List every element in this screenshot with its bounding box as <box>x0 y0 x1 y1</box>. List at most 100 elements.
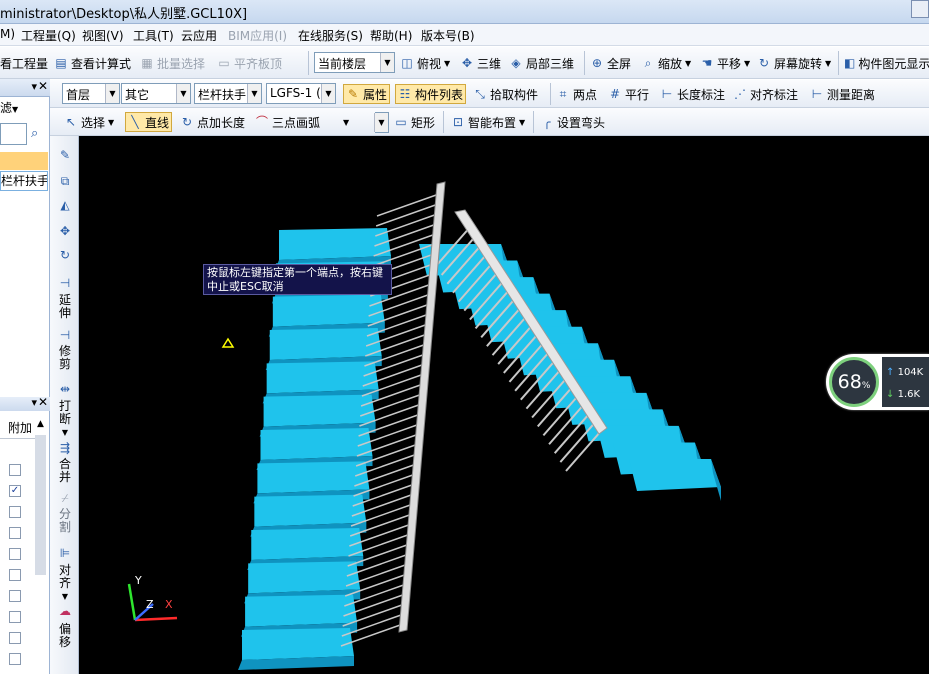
properties-icon: ✎ <box>347 87 359 101</box>
scrollbar[interactable] <box>35 435 46 575</box>
window-close-button[interactable] <box>911 0 929 18</box>
measure-icon: ⊢ <box>811 87 823 101</box>
trim-button[interactable]: 修剪 <box>55 345 75 371</box>
menu-item-cloud[interactable]: 云应用 <box>181 27 217 44</box>
line-button[interactable]: ╲ 直线 <box>125 112 173 132</box>
display-icon: ◧ <box>844 56 856 70</box>
pick-element-button[interactable]: ⤡ 拾取构件 <box>473 84 538 104</box>
arc-mode-combo[interactable]: ▼ <box>374 112 389 133</box>
baluster-left <box>375 203 439 227</box>
merge-button[interactable]: 合并 <box>55 458 75 484</box>
align-dimension-button[interactable]: ⋰ 对齐标注 <box>733 84 798 104</box>
checkbox-row[interactable] <box>9 506 21 518</box>
menu-item-view[interactable]: 视图(V) <box>82 27 124 44</box>
menu-item-m[interactable]: M) <box>0 27 15 41</box>
close-icon[interactable]: ✕ <box>38 79 48 93</box>
bend-icon: ╭ <box>543 115 551 129</box>
length-dimension-button[interactable]: ⊢ 长度标注 <box>660 84 725 104</box>
checkbox-row[interactable] <box>9 653 21 665</box>
pin-icon[interactable]: ▾ <box>31 80 37 93</box>
checkbox-row[interactable] <box>9 548 21 560</box>
left-panel: ▾ ✕ 滤▼ ⌕ 栏杆扶手 ▾ ✕ 附加 ▲ ✓ <box>0 79 50 674</box>
brush-icon[interactable]: ✎ <box>57 148 73 162</box>
rectangle-button[interactable]: ▭ 矩形 <box>394 112 435 132</box>
element-name-combo[interactable]: LGFS-1 (▼ <box>266 83 336 104</box>
point-length-button[interactable]: ↻ 点加长度 <box>180 112 245 132</box>
arrow-down-icon: ↓ <box>886 389 895 400</box>
checkbox-row[interactable] <box>9 464 21 476</box>
properties-button[interactable]: ✎ 属性 <box>343 84 391 104</box>
close-icon[interactable]: ✕ <box>38 395 48 409</box>
align-slab-top-button[interactable]: ▭ 平齐板顶 <box>217 53 282 73</box>
set-bend-button[interactable]: ╭ 设置弯头 <box>540 112 605 132</box>
line-icon: ╲ <box>131 115 139 129</box>
local-3d-icon: ◈ <box>511 56 521 70</box>
align-slab-icon: ▭ <box>218 56 230 70</box>
three-d-button[interactable]: ✥ 三维 <box>460 53 501 73</box>
local-3d-button[interactable]: ◈ 局部三维 <box>509 53 574 73</box>
element-type-combo[interactable]: 栏杆扶手 ▼ <box>194 83 262 104</box>
scroll-up-icon[interactable]: ▲ <box>37 419 44 429</box>
chevron-down-icon: ▼ <box>825 58 832 68</box>
checkbox-row[interactable]: ✓ <box>9 485 21 497</box>
chevron-down-icon: ▼ <box>105 84 119 103</box>
chevron-down-icon: ▼ <box>321 84 335 103</box>
move-icon[interactable]: ✥ <box>57 224 73 238</box>
checkbox-row[interactable] <box>9 590 21 602</box>
checkbox-row[interactable] <box>9 527 21 539</box>
floor-scope-combo[interactable]: 当前楼层 ▼ <box>314 52 395 73</box>
screen-rotate-button[interactable]: ↻ 屏幕旋转 ▼ <box>757 53 831 73</box>
y-axis-label: Y <box>134 574 142 587</box>
parallel-button[interactable]: # 平行 <box>608 84 649 104</box>
three-d-scene[interactable]: YZ X <box>79 136 929 674</box>
checkbox-row[interactable] <box>9 632 21 644</box>
menu-item-bim[interactable]: BIM应用(I) <box>228 27 287 44</box>
element-list-button[interactable]: ☷ 构件列表 <box>395 84 467 104</box>
pin-icon[interactable]: ▾ <box>31 396 37 409</box>
pan-button[interactable]: ☚ 平移 ▼ <box>700 53 751 73</box>
view-formula-button[interactable]: ▤ 查看计算式 <box>54 53 131 73</box>
copy-icon[interactable]: ⧉ <box>57 174 73 188</box>
chevron-down-icon: ▼ <box>176 84 190 103</box>
smart-layout-button[interactable]: ⊡ 智能布置 ▼ <box>451 112 525 132</box>
element-display-button[interactable]: ◧ 构件图元显示 <box>844 53 929 73</box>
measure-distance-button[interactable]: ⊢ 测量距离 <box>810 84 875 104</box>
search-icon[interactable]: ⌕ <box>31 126 38 141</box>
break-button[interactable]: 打断 ▼ <box>55 400 75 439</box>
offset-button[interactable]: 偏移 <box>55 623 75 649</box>
cpu-usage-gauge: 68% <box>829 357 879 407</box>
category-combo[interactable]: 其它 ▼ <box>121 83 191 104</box>
menu-item-version[interactable]: 版本号(B) <box>421 27 475 44</box>
select-button[interactable]: ↖ 选择 ▼ <box>64 112 114 132</box>
table-header-extra: 附加 <box>0 415 36 439</box>
three-point-arc-combo[interactable]: ⌒ 三点画弧 ▼ <box>255 112 387 132</box>
menu-item-tools[interactable]: 工具(T) <box>133 27 174 44</box>
mirror-icon[interactable]: ◭ <box>57 198 73 212</box>
floor-combo[interactable]: 首层 ▼ <box>62 83 120 104</box>
align-button[interactable]: 对齐 ▼ <box>55 564 75 603</box>
menu-item-help[interactable]: 帮助(H) <box>370 27 412 44</box>
tree-item-railing[interactable]: 栏杆扶手 <box>0 171 48 191</box>
x-axis-label: X <box>165 598 173 611</box>
drawing-canvas[interactable]: YZX <box>79 136 929 674</box>
menu-item-online[interactable]: 在线服务(S) <box>298 27 363 44</box>
extend-button[interactable]: 延伸 <box>55 294 75 320</box>
rotate-icon: ↻ <box>758 56 770 70</box>
menu-item-quantity[interactable]: 工程量(Q) <box>21 27 76 44</box>
search-input[interactable] <box>0 123 27 145</box>
zoom-button[interactable]: ⌕ 缩放 ▼ <box>641 53 692 73</box>
checkbox-row[interactable] <box>9 569 21 581</box>
filter-dropdown[interactable]: 滤▼ <box>0 99 50 119</box>
stair-step-left <box>272 294 385 327</box>
fullscreen-button[interactable]: ⊕ 全屏 <box>590 53 631 73</box>
checkbox-row[interactable] <box>9 611 21 623</box>
tree-item-category[interactable] <box>0 152 48 170</box>
view-quantity-button[interactable]: 看工程量 <box>0 53 48 73</box>
rotate-icon[interactable]: ↻ <box>57 248 73 262</box>
split-button[interactable]: 分割 <box>55 508 75 534</box>
batch-select-button[interactable]: ▦ 批量选择 <box>140 53 205 73</box>
stair-step-left <box>248 561 361 594</box>
top-view-button[interactable]: ◫ 俯视 ▼ <box>400 53 450 73</box>
two-points-button[interactable]: ⌗ 两点 <box>556 84 597 104</box>
network-speed-widget[interactable]: 68% ↑ 104K ↓ 1.6K <box>826 354 929 410</box>
